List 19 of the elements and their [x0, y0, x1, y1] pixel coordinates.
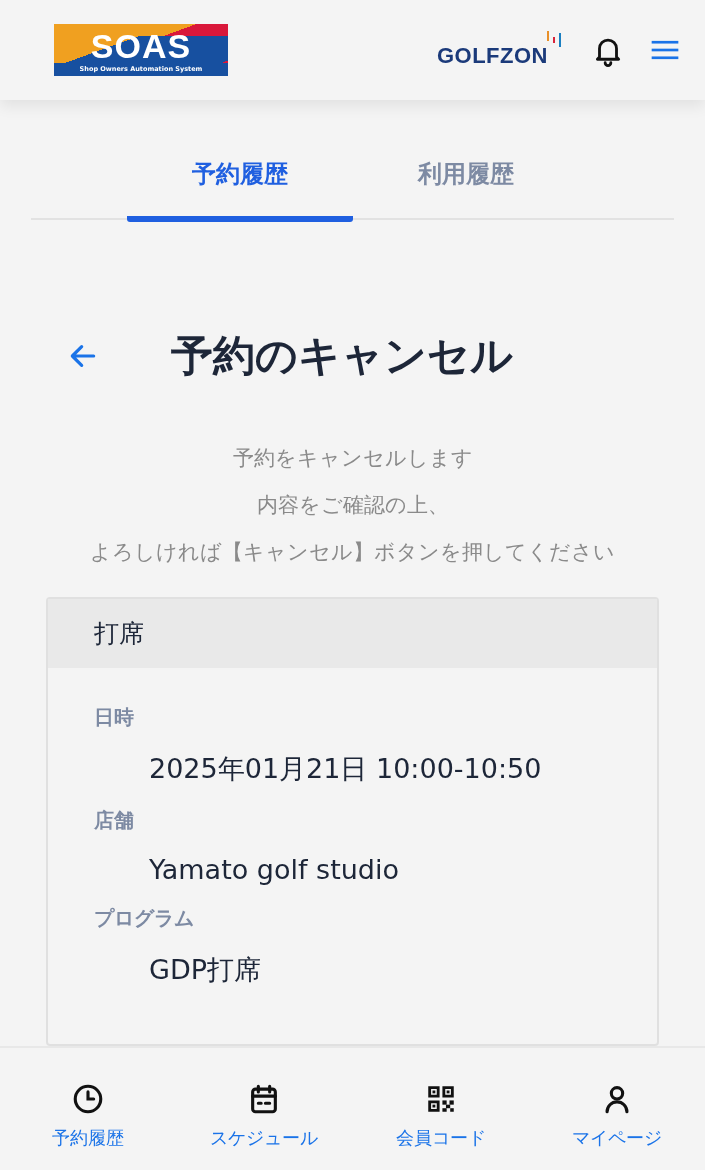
- brand-logo: GOLFZON: [436, 31, 565, 69]
- message-text: 内容をご確認の上、: [255, 492, 450, 519]
- field-value: Yamato golf studio: [148, 853, 401, 885]
- nav-item[interactable]: スケジュール: [176, 1048, 353, 1170]
- message-text: 予約をキャンセルします: [231, 445, 474, 472]
- nav-item[interactable]: マイページ: [528, 1048, 705, 1170]
- field-label: 日時: [94, 704, 135, 731]
- card-title: 打席: [94, 619, 144, 648]
- menu-icon[interactable]: [651, 40, 679, 60]
- nav-item[interactable]: 予約履歴: [0, 1048, 177, 1170]
- tab[interactable]: 予約履歴: [127, 140, 353, 222]
- field-value: 2025年01月21日 10:00-10:50: [148, 752, 543, 786]
- field-label: プログラム: [94, 905, 195, 932]
- page-title: 予約のキャンセル: [171, 330, 513, 382]
- tab[interactable]: 利用履歴: [353, 140, 579, 222]
- field-value: GDP打席: [148, 953, 262, 987]
- message-text: よろしければ【キャンセル】ボタンを押してください: [89, 539, 616, 566]
- nav-item[interactable]: 会員コード: [352, 1048, 529, 1170]
- field-label: 店舗: [94, 807, 135, 834]
